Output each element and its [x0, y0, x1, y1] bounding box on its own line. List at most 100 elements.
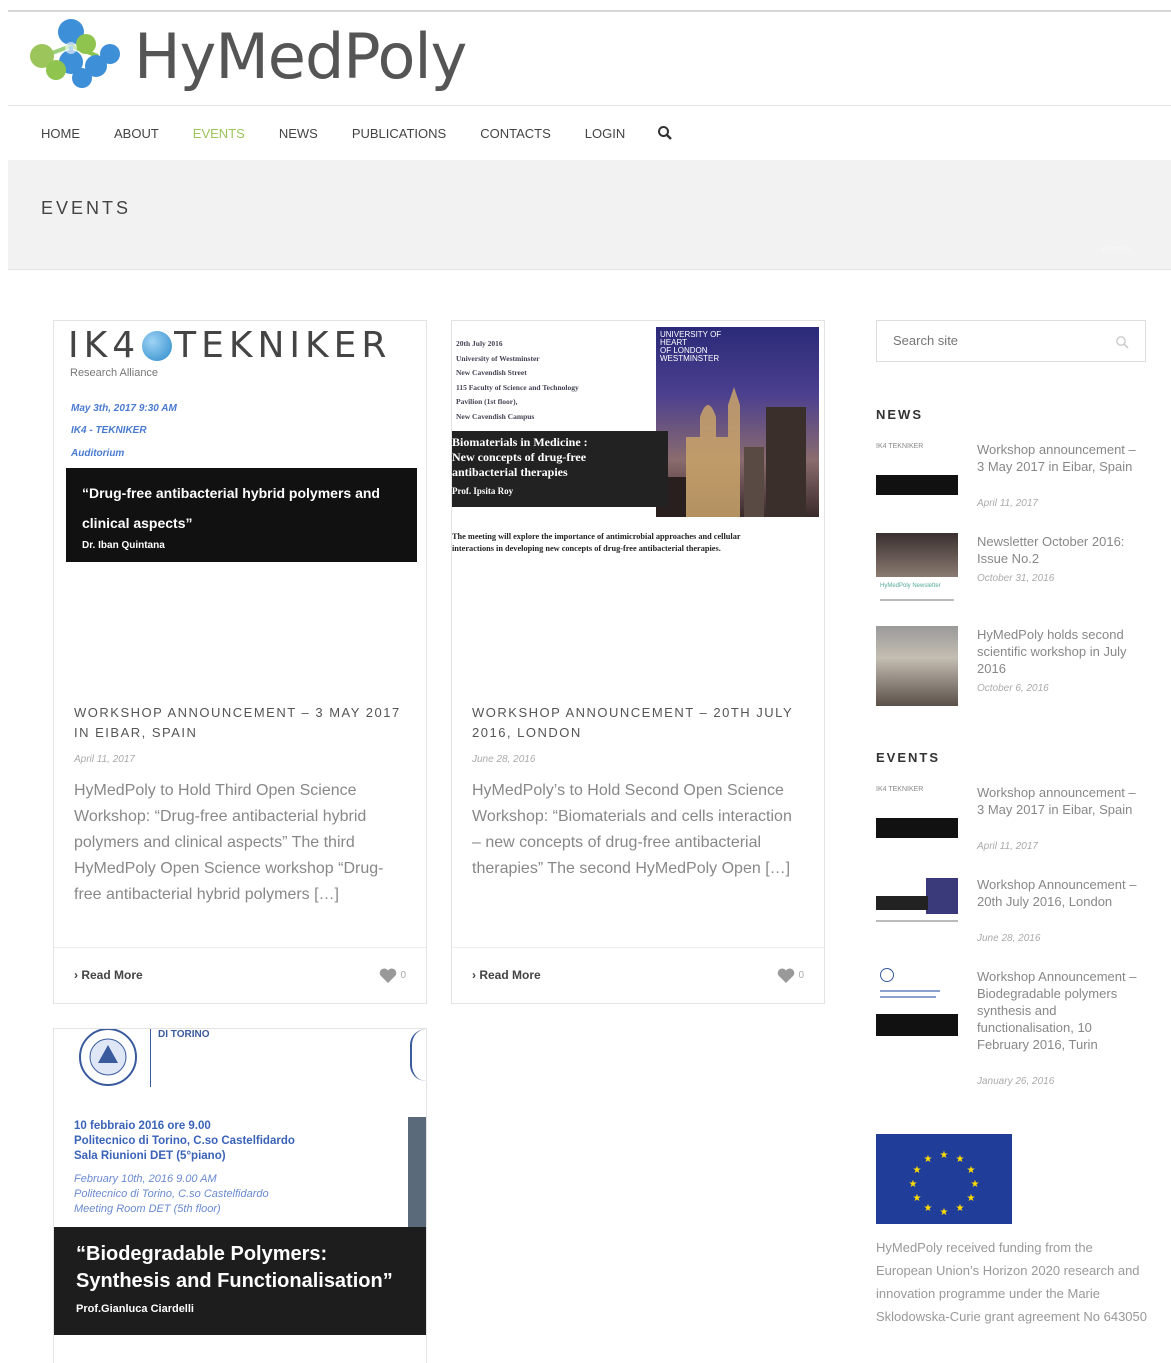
event-list-date: April 11, 2017 [977, 841, 1038, 852]
news-item[interactable]: HyMedPoly Newsletter Newsletter October … [876, 533, 1146, 613]
like-count: 0 [400, 970, 406, 981]
search-input[interactable] [893, 333, 1103, 348]
search-icon[interactable] [657, 125, 673, 141]
read-more-link[interactable]: › Read More [472, 968, 541, 982]
image-photo-strip [408, 1117, 426, 1227]
page-title: EVENTS [41, 198, 132, 218]
news-title[interactable]: Newsletter October 2016: Issue No.2 [977, 533, 1142, 567]
eu-flag-icon: ★ ★ ★ ★ ★ ★ ★ ★ ★ ★ ★ ★ [876, 1134, 1012, 1224]
sidebar-search [876, 320, 1146, 362]
top-divider [8, 10, 1171, 12]
svg-text:★: ★ [909, 1179, 918, 1190]
event-card-image[interactable]: DI TORINO 10 febbraio 2016 ore 9.00 Polit… [54, 1029, 426, 1363]
polito-seal-icon [72, 1029, 144, 1087]
event-list-title[interactable]: Workshop Announcement – Biodegradable po… [977, 968, 1142, 1053]
event-list-item[interactable]: IK4 TEKNIKER Workshop announcement – 3 M… [876, 784, 1146, 864]
event-list-title[interactable]: Workshop Announcement – 20th July 2016, … [977, 876, 1142, 910]
header-divider [150, 1029, 151, 1087]
image-caption: The meeting will explore the importance … [452, 532, 741, 553]
svg-text:★: ★ [924, 1154, 933, 1165]
event-card: DI TORINO 10 febbraio 2016 ore 9.00 Polit… [53, 1028, 427, 1363]
city-night-photo: UNIVERSITY OF HEART OF LONDON WESTMINSTER [656, 327, 819, 517]
event-card-image[interactable]: IK4 TEKNIKER Research Alliance May 3th, 2… [54, 321, 426, 681]
nav-home[interactable]: HOME [41, 126, 80, 141]
svg-text:★: ★ [924, 1203, 933, 1214]
image-header: DI TORINO [158, 1029, 210, 1040]
image-speaker: Dr. Iban Quintana [82, 540, 165, 551]
news-title[interactable]: HyMedPoly holds second scientific worksh… [977, 626, 1142, 677]
event-list-date: January 26, 2016 [977, 1076, 1055, 1087]
news-heading: NEWS [876, 407, 923, 422]
polito-seal-edge-icon [410, 1029, 426, 1081]
page-title-band: EVENTS events [8, 160, 1171, 270]
nav-news[interactable]: NEWS [279, 126, 318, 141]
event-title[interactable]: Workshop announcement – 3 May 2017 in Ei… [74, 703, 406, 743]
svg-text:★: ★ [956, 1203, 965, 1214]
nav-publications[interactable]: PUBLICATIONS [352, 126, 446, 141]
event-list-title[interactable]: Workshop announcement – 3 May 2017 in Ei… [977, 784, 1142, 818]
news-thumbnail[interactable]: HyMedPoly Newsletter [876, 533, 958, 611]
image-italian-details: 10 febbraio 2016 ore 9.00 Politecnico di … [74, 1120, 295, 1162]
news-date: April 11, 2017 [977, 498, 1038, 509]
image-talk-title: “Drug-free antibacterial hybrid polymers… [82, 485, 380, 531]
event-thumbnail[interactable]: IK4 TEKNIKER [876, 784, 958, 840]
card-footer: › Read More 0 [54, 947, 426, 1003]
ik4-logo: IK4 TEKNIKER [68, 325, 392, 366]
event-thumbnail[interactable] [876, 876, 958, 932]
event-list-date: June 28, 2016 [977, 933, 1041, 944]
site-logo[interactable]: HyMedPoly [26, 16, 467, 96]
image-speaker: Prof.Gianluca Ciardelli [76, 1303, 194, 1315]
image-english-details: February 10th, 2016 9.00 AM Politecnico d… [74, 1173, 269, 1215]
image-venue-line: IK4 - TEKNIKER [71, 425, 147, 436]
svg-text:★: ★ [971, 1179, 980, 1190]
logo-text: HyMedPoly [134, 19, 467, 93]
event-card-image[interactable]: 20th July 2016 University of Westminster… [452, 321, 824, 681]
event-list-item[interactable]: Workshop Announcement – 20th July 2016, … [876, 876, 1146, 956]
event-card: IK4 TEKNIKER Research Alliance May 3th, 2… [53, 320, 427, 1004]
card-footer: › Read More 0 [452, 947, 824, 1003]
svg-text:★: ★ [967, 1165, 976, 1176]
like-button[interactable]: 0 [379, 968, 406, 983]
nav-events[interactable]: EVENTS [193, 126, 245, 141]
funding-notice: HyMedPoly received funding from the Euro… [876, 1240, 1147, 1324]
svg-text:★: ★ [940, 1207, 949, 1218]
image-title-box: “Biodegradable Polymers: Synthesis and Fu… [54, 1227, 426, 1335]
logo-molecule-icon [26, 16, 126, 96]
event-title[interactable]: Workshop announcement – 20th July 2016, … [472, 703, 804, 743]
image-speaker: Prof. Ipsita Roy [452, 486, 514, 496]
news-title[interactable]: Workshop announcement – 3 May 2017 in Ei… [977, 441, 1142, 475]
heart-icon [380, 968, 397, 983]
nav-about[interactable]: ABOUT [114, 126, 159, 141]
ik4-logo-subtitle: Research Alliance [70, 367, 159, 379]
news-thumbnail[interactable] [876, 626, 958, 706]
news-item[interactable]: IK4 TEKNIKER Workshop announcement – 3 M… [876, 441, 1146, 521]
event-list-item[interactable]: Workshop Announcement – Biodegradable po… [876, 968, 1146, 1088]
read-more-link[interactable]: › Read More [74, 968, 143, 982]
search-icon[interactable] [1115, 335, 1129, 354]
news-thumbnail[interactable]: IK4 TEKNIKER [876, 441, 958, 497]
svg-text:★: ★ [967, 1193, 976, 1204]
event-date: April 11, 2017 [74, 754, 135, 765]
image-date-line: May 3th, 2017 9:30 AM [71, 403, 177, 414]
event-thumbnail[interactable] [876, 968, 958, 1038]
event-excerpt: HyMedPoly’s to Hold Second Open Science … [472, 782, 792, 877]
svg-text:★: ★ [940, 1150, 949, 1161]
main-nav: HOME ABOUT EVENTS NEWS PUBLICATIONS CONT… [8, 106, 1171, 160]
breadcrumb[interactable]: events [1102, 244, 1131, 255]
image-title-box: “Drug-free antibacterial hybrid polymers… [66, 468, 417, 562]
svg-text:★: ★ [913, 1193, 922, 1204]
news-date: October 6, 2016 [977, 683, 1049, 694]
like-button[interactable]: 0 [777, 968, 804, 983]
news-date: October 31, 2016 [977, 573, 1055, 584]
events-heading: EVENTS [876, 750, 941, 765]
image-room-line: Auditorium [71, 448, 125, 459]
like-count: 0 [798, 970, 804, 981]
event-excerpt: HyMedPoly to Hold Third Open Science Wor… [74, 782, 384, 903]
image-title-box: Biomaterials in Medicine : New concepts o… [452, 431, 668, 507]
nav-login[interactable]: LOGIN [585, 126, 625, 141]
news-item[interactable]: HyMedPoly holds second scientific worksh… [876, 626, 1146, 708]
image-info-block: 20th July 2016 University of Westminster… [456, 339, 579, 421]
svg-text:★: ★ [956, 1154, 965, 1165]
nav-contacts[interactable]: CONTACTS [480, 126, 551, 141]
heart-icon [778, 968, 795, 983]
